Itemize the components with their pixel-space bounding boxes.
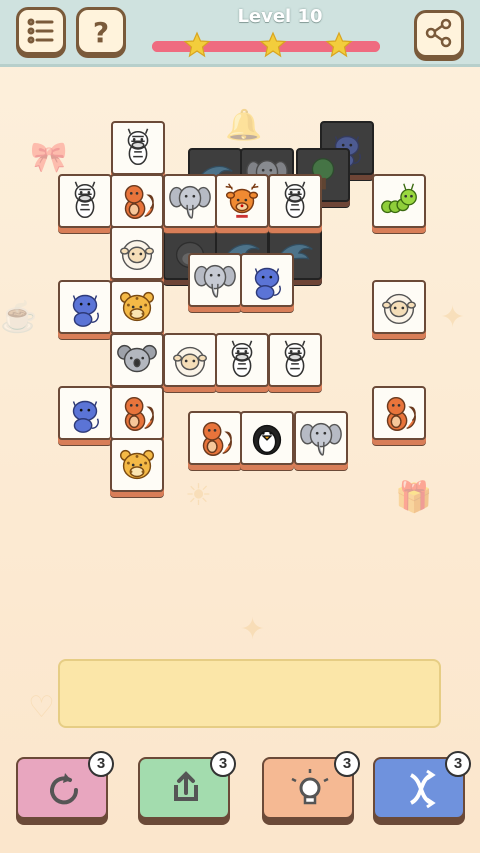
tile-sheep[interactable] bbox=[110, 226, 164, 280]
elephant-icon bbox=[300, 422, 342, 456]
tile-sheep[interactable] bbox=[163, 333, 217, 387]
tile-tray bbox=[58, 659, 441, 728]
squirrel-icon bbox=[386, 396, 416, 431]
zebra-icon bbox=[74, 181, 96, 219]
squirrel-icon bbox=[202, 421, 232, 456]
koala-icon bbox=[117, 344, 157, 373]
leopard-icon bbox=[119, 449, 155, 480]
powerup-count-badge: 3 bbox=[210, 751, 236, 777]
zebra-icon bbox=[284, 181, 306, 219]
tile-zebra[interactable] bbox=[268, 174, 322, 228]
sheep-icon bbox=[172, 346, 208, 378]
tile-squirrel[interactable] bbox=[372, 386, 426, 440]
cat-icon bbox=[72, 400, 99, 433]
sheep-icon bbox=[381, 293, 417, 325]
undo-button[interactable]: 3 bbox=[16, 751, 114, 819]
penguin-icon bbox=[252, 424, 282, 456]
zebra-icon bbox=[127, 128, 149, 166]
tile-caterpillar[interactable] bbox=[372, 174, 426, 228]
tile-leopard[interactable] bbox=[110, 280, 164, 334]
tile-zebra[interactable] bbox=[111, 121, 165, 175]
tile-elephant[interactable] bbox=[294, 411, 348, 465]
powerup-count-badge: 3 bbox=[445, 751, 471, 777]
tile-penguin[interactable] bbox=[240, 411, 294, 465]
zebra-icon bbox=[231, 340, 253, 378]
tile-zebra[interactable] bbox=[215, 333, 269, 387]
sheep-icon bbox=[119, 239, 155, 271]
elephant-icon bbox=[194, 264, 236, 298]
caterpillar-icon bbox=[381, 183, 417, 214]
zebra-icon bbox=[284, 340, 306, 378]
shuffle-button[interactable]: 3 bbox=[373, 751, 471, 819]
tile-elephant[interactable] bbox=[188, 253, 242, 307]
elephant-icon bbox=[169, 185, 211, 219]
tile-squirrel[interactable] bbox=[188, 411, 242, 465]
tile-koala[interactable] bbox=[110, 333, 164, 387]
cat-icon bbox=[72, 294, 99, 327]
leopard-icon bbox=[119, 291, 155, 322]
cat-icon bbox=[254, 267, 281, 300]
tile-squirrel[interactable] bbox=[110, 174, 164, 228]
squirrel-icon bbox=[124, 184, 154, 219]
powerup-count-badge: 3 bbox=[334, 751, 360, 777]
hint-button[interactable]: 3 bbox=[262, 751, 360, 819]
deer-icon bbox=[225, 183, 259, 218]
tile-cat[interactable] bbox=[58, 386, 112, 440]
tile-deer[interactable] bbox=[215, 174, 269, 228]
tile-leopard[interactable] bbox=[110, 438, 164, 492]
tile-zebra[interactable] bbox=[58, 174, 112, 228]
powerup-count-badge: 3 bbox=[88, 751, 114, 777]
tile-sheep[interactable] bbox=[372, 280, 426, 334]
tile-cat[interactable] bbox=[240, 253, 294, 307]
tile-zebra[interactable] bbox=[268, 333, 322, 387]
tile-elephant[interactable] bbox=[163, 174, 217, 228]
tile-cat[interactable] bbox=[58, 280, 112, 334]
tile-squirrel[interactable] bbox=[110, 386, 164, 440]
squirrel-icon bbox=[124, 396, 154, 431]
shuffle-out-button[interactable]: 3 bbox=[138, 751, 236, 819]
